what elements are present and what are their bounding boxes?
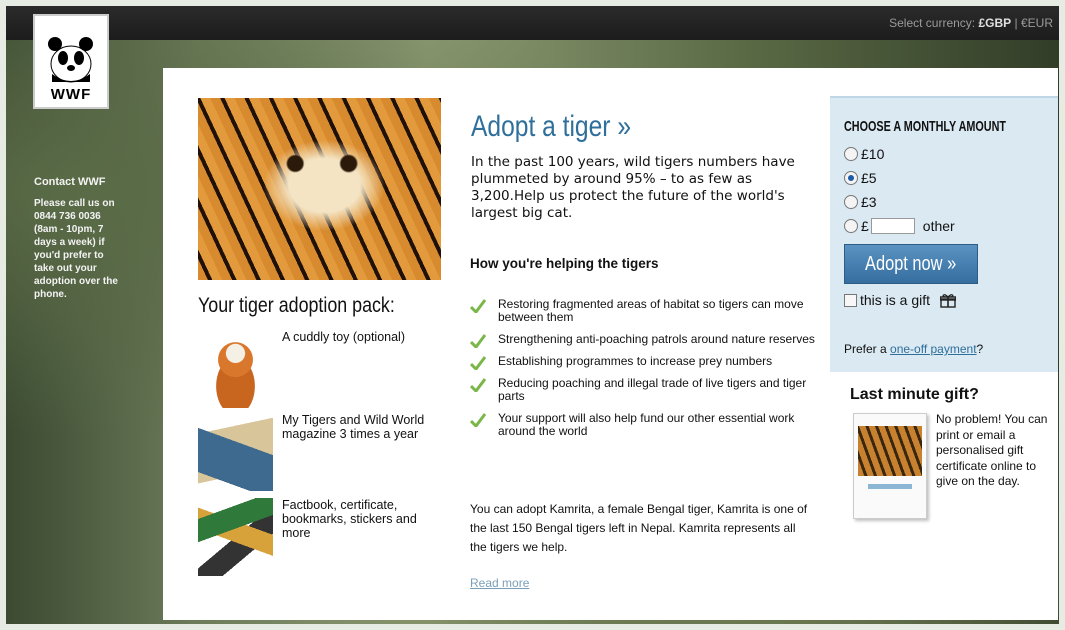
benefit-text: Reducing poaching and illegal trade of l… (498, 376, 807, 403)
benefit-text: Establishing programmes to increase prey… (498, 354, 773, 368)
option-label: £10 (861, 146, 885, 162)
gift-icon (940, 293, 957, 308)
tiger-photo (198, 98, 441, 280)
pack-item-text: My Tigers and Wild World magazine 3 time… (282, 413, 425, 441)
certificate-photo (858, 426, 922, 476)
check-icon (470, 356, 486, 370)
currency-gbp[interactable]: £GBP (979, 16, 1012, 30)
amount-option-3[interactable]: £3 (844, 194, 877, 210)
benefit-list: Restoring fragmented areas of habitat so… (470, 298, 815, 447)
gift-checkbox-row[interactable]: this is a gift (844, 292, 957, 308)
contact-title: Contact WWF (34, 176, 106, 188)
page-frame: Select currency: £GBP | €EUR WWF Contact… (0, 0, 1065, 630)
pack-item-text: Factbook, certificate, bookmarks, sticke… (282, 498, 417, 540)
benefit-text: Restoring fragmented areas of habitat so… (498, 297, 804, 324)
top-bar: Select currency: £GBP | €EUR (6, 6, 1059, 40)
radio-10[interactable] (844, 147, 858, 161)
contact-block: Contact WWF Please call us on 0844 736 0… (34, 176, 126, 301)
currency-label: Select currency: (889, 16, 976, 30)
list-item: Strengthening anti-poaching patrols arou… (470, 332, 815, 348)
check-icon (470, 299, 486, 313)
option-label: £3 (861, 194, 877, 210)
other-prefix: £ (861, 218, 869, 234)
last-minute-text: No problem! You can print or email a per… (936, 412, 1048, 488)
benefit-text: Strengthening anti-poaching patrols arou… (498, 332, 815, 346)
one-off-payment-link[interactable]: one-off payment (890, 342, 977, 356)
logo-text: WWF (50, 86, 92, 103)
currency-separator: | (1011, 16, 1021, 30)
helping-title: How you're helping the tigers (470, 256, 659, 271)
one-off-payment-text: Prefer a one-off payment? (844, 342, 983, 356)
option-label: £5 (861, 170, 877, 186)
list-item: Your support will also help fund our oth… (470, 412, 815, 438)
panda-icon (48, 37, 93, 83)
pack-item-factbook: Factbook, certificate, bookmarks, sticke… (198, 498, 448, 578)
amount-box: CHOOSE A MONTHLY AMOUNT £10 £5 £3 £ othe… (830, 96, 1058, 372)
amount-title: CHOOSE A MONTHLY AMOUNT (844, 118, 1007, 135)
list-item: Reducing poaching and illegal trade of l… (470, 377, 815, 403)
wwf-logo[interactable]: WWF (33, 14, 109, 109)
list-item: Establishing programmes to increase prey… (470, 354, 815, 370)
pack-item-magazine: My Tigers and Wild World magazine 3 time… (198, 413, 448, 493)
page-title[interactable]: Adopt a tiger » (471, 110, 631, 144)
pack-item-text: A cuddly toy (optional) (282, 330, 405, 344)
gift-certificate-image[interactable] (853, 413, 927, 519)
adopt-now-button[interactable]: Adopt now » (844, 244, 978, 284)
pack-item-toy: A cuddly toy (optional) (198, 330, 448, 410)
check-icon (470, 378, 486, 392)
kamrita-text: You can adopt Kamrita, a female Bengal t… (470, 502, 808, 554)
benefit-text: Your support will also help fund our oth… (498, 411, 795, 438)
radio-3[interactable] (844, 195, 858, 209)
amount-option-other[interactable]: £ other (844, 218, 955, 234)
amount-option-10[interactable]: £10 (844, 146, 884, 162)
gift-checkbox[interactable] (844, 293, 857, 307)
gift-label: this is a gift (860, 292, 931, 308)
content-panel: Your tiger adoption pack: A cuddly toy (… (163, 68, 1058, 620)
contact-body: Please call us on 0844 736 0036 (8am - 1… (34, 198, 118, 300)
radio-other[interactable] (844, 219, 858, 233)
last-minute-title: Last minute gift? (850, 386, 979, 403)
tiger-toy-icon (198, 330, 273, 408)
radio-5[interactable] (844, 171, 858, 185)
other-amount-input[interactable] (870, 218, 915, 234)
adopt-now-label: Adopt now » (865, 252, 957, 275)
one-off-prefix: Prefer a (844, 342, 891, 356)
other-label: other (922, 218, 955, 234)
one-off-suffix: ? (976, 342, 984, 356)
check-icon (470, 334, 486, 348)
check-icon (470, 413, 486, 427)
pack-title: Your tiger adoption pack: (198, 294, 395, 317)
list-item: Restoring fragmented areas of habitat so… (470, 298, 815, 324)
intro-text: In the past 100 years, wild tigers numbe… (471, 154, 795, 221)
amount-option-5[interactable]: £5 (844, 170, 877, 186)
currency-eur[interactable]: €EUR (1021, 16, 1053, 30)
magazine-icon (198, 413, 273, 491)
read-more-link[interactable]: Read more (470, 576, 529, 590)
currency-selector: Select currency: £GBP | €EUR (889, 16, 1053, 30)
factbook-icon (198, 498, 273, 576)
certificate-bar (868, 484, 912, 489)
